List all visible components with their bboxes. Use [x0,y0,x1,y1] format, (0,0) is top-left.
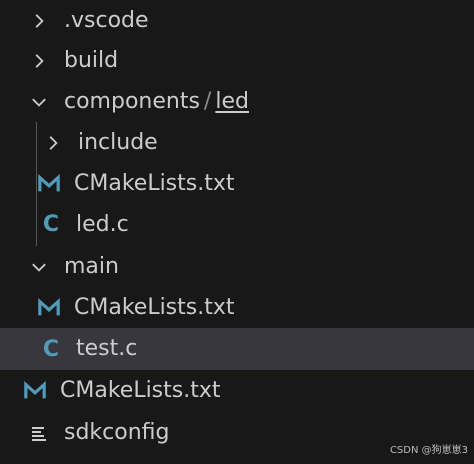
tree-item-label: CMakeLists.txt [74,294,235,320]
tree-item-led-c[interactable]: C led.c [0,204,474,245]
compact-folder-segment-led[interactable]: led [215,89,249,114]
tree-item-label: test.c [76,336,138,361]
tree-item-vscode[interactable]: .vscode [0,0,474,41]
tree-item-components[interactable]: components / led [0,81,474,122]
tree-item-main-cmakelists[interactable]: CMakeLists.txt [0,287,474,328]
c-file-icon: C [42,212,60,237]
tree-item-include[interactable]: include [0,122,474,163]
tree-item-root-cmakelists[interactable]: CMakeLists.txt [0,370,474,411]
tree-item-label: build [64,47,119,73]
tree-item-test-c[interactable]: C test.c [0,328,474,370]
tree-item-label: components [64,88,200,114]
tree-item-components-cmakelists[interactable]: CMakeLists.txt [0,163,474,204]
chevron-right-icon [28,9,50,33]
chevron-right-icon [42,131,64,155]
tree-item-label: main [64,253,119,279]
tree-item-label: CMakeLists.txt [74,170,235,196]
tree-item-label: CMakeLists.txt [60,377,221,403]
tree-item-main[interactable]: main [0,246,474,287]
chevron-down-icon [28,90,50,114]
tree-item-label: .vscode [64,7,149,33]
chevron-down-icon [28,255,50,279]
cmake-icon [38,296,60,320]
tree-item-label: include [78,129,158,155]
watermark: CSDN @狗崽崽3 [389,445,468,456]
path-separator: / [203,89,212,114]
cmake-icon [24,379,46,403]
chevron-right-icon [28,49,50,73]
text-lines-icon [28,421,50,445]
tree-item-label: sdkconfig [64,419,170,445]
tree-item-build[interactable]: build [0,40,474,81]
tree-item-label: led.c [76,211,129,237]
c-file-icon: C [42,336,60,362]
cmake-icon [38,172,60,196]
file-explorer: .vscode build components / led include C… [0,0,474,464]
